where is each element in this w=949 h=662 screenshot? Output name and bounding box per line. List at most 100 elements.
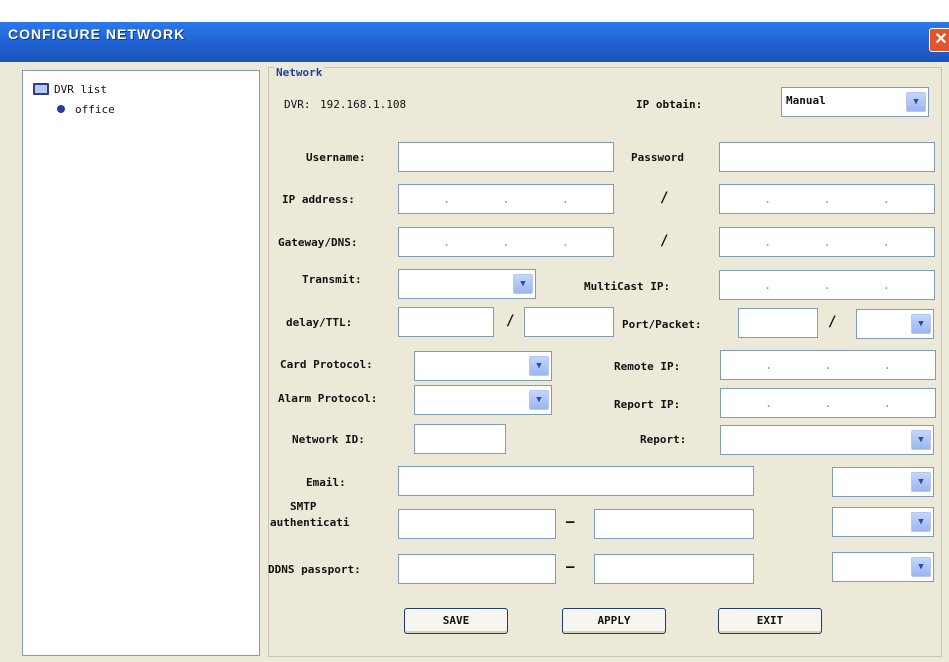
- ip-obtain-select[interactable]: Manual ▼: [781, 87, 929, 117]
- ip-dot: .: [443, 235, 451, 249]
- save-button[interactable]: SAVE: [404, 608, 508, 634]
- ip-dot: .: [764, 192, 772, 206]
- ip-dot: .: [882, 235, 890, 249]
- gateway-dns-label: Gateway/DNS:: [278, 236, 358, 249]
- remote-ip-field[interactable]: . . .: [720, 350, 936, 380]
- ddns-option-select[interactable]: ▼: [832, 552, 934, 582]
- smtp-option-select[interactable]: ▼: [832, 507, 934, 537]
- ip-dot: .: [443, 192, 451, 206]
- password-label: Password: [631, 151, 684, 164]
- ip-dot: .: [502, 192, 510, 206]
- alarm-protocol-label: Alarm Protocol:: [278, 392, 378, 405]
- card-protocol-select[interactable]: ▼: [414, 351, 552, 381]
- chevron-down-icon[interactable]: ▼: [529, 390, 549, 410]
- email-label: Email:: [306, 476, 346, 489]
- network-id-label: Network ID:: [292, 433, 365, 446]
- ip-dot: .: [765, 396, 773, 410]
- gateway-field[interactable]: . . .: [398, 227, 614, 257]
- tree-root-row[interactable]: DVR list: [33, 81, 107, 97]
- chevron-down-icon[interactable]: ▼: [911, 430, 931, 450]
- report-select[interactable]: ▼: [720, 425, 934, 455]
- smtp-user-field[interactable]: [398, 509, 556, 539]
- alarm-protocol-select[interactable]: ▼: [414, 385, 552, 415]
- ip-dot: .: [765, 358, 773, 372]
- ip-dot: .: [824, 358, 832, 372]
- subnet-mask-field[interactable]: . . .: [719, 184, 935, 214]
- ip-dot: .: [883, 358, 891, 372]
- ip-dot: .: [561, 192, 569, 206]
- ip-dot: .: [764, 278, 772, 292]
- dvr-label: DVR:: [284, 98, 311, 111]
- tree-item-label: office: [75, 102, 115, 116]
- computer-icon: [33, 83, 49, 95]
- ddns-password-field[interactable]: [594, 554, 754, 584]
- report-ip-field[interactable]: . . .: [720, 388, 936, 418]
- dvr-tree[interactable]: DVR list office: [22, 70, 260, 656]
- ttl-field[interactable]: [524, 307, 614, 337]
- smtp-label-line2: authenticati: [270, 516, 350, 529]
- ip-obtain-label: IP obtain:: [636, 98, 703, 111]
- report-ip-label: Report IP:: [614, 398, 681, 411]
- dvr-ip-value: 192.168.1.108: [320, 98, 407, 111]
- bullet-dot-icon: [57, 105, 65, 113]
- dns-slash: /: [660, 233, 669, 249]
- packet-select[interactable]: ▼: [856, 309, 934, 339]
- multicast-ip-label: MultiCast IP:: [584, 280, 671, 293]
- apply-button[interactable]: APPLY: [562, 608, 666, 634]
- transmit-label: Transmit:: [302, 273, 362, 286]
- packet-slash: /: [828, 314, 837, 330]
- chevron-down-icon[interactable]: ▼: [906, 92, 926, 112]
- email-field[interactable]: [398, 466, 754, 496]
- ttl-slash: /: [506, 313, 515, 329]
- card-protocol-label: Card Protocol:: [280, 358, 373, 371]
- dns-field[interactable]: . . .: [719, 227, 935, 257]
- chevron-down-icon[interactable]: ▼: [911, 557, 931, 577]
- chevron-down-icon[interactable]: ▼: [911, 314, 931, 334]
- ip-dot: .: [882, 192, 890, 206]
- username-field[interactable]: [398, 142, 614, 172]
- ip-dot: .: [502, 235, 510, 249]
- subnet-slash: /: [660, 190, 669, 206]
- client-area: DVR list office Network DVR: 192.168.1.1…: [0, 62, 949, 662]
- exit-button[interactable]: EXIT: [718, 608, 822, 634]
- chevron-down-icon[interactable]: ▼: [911, 472, 931, 492]
- delay-ttl-label: delay/TTL:: [286, 316, 353, 329]
- tree-root-label: DVR list: [54, 82, 107, 96]
- port-packet-label: Port/Packet:: [622, 318, 702, 331]
- chevron-down-icon[interactable]: ▼: [513, 274, 533, 294]
- title-overlay: [0, 0, 949, 22]
- port-field[interactable]: [738, 308, 818, 338]
- ip-dot: .: [824, 396, 832, 410]
- configure-network-window: CONFIGURE NETWORK ✕ DVR list office Netw…: [0, 0, 949, 662]
- ip-dot: .: [764, 235, 772, 249]
- ip-dot: .: [882, 278, 890, 292]
- network-id-field[interactable]: [414, 424, 506, 454]
- transmit-select[interactable]: ▼: [398, 269, 536, 299]
- chevron-down-icon[interactable]: ▼: [911, 512, 931, 532]
- ip-dot: .: [823, 235, 831, 249]
- username-label: Username:: [306, 151, 366, 164]
- network-group-label: Network: [274, 66, 325, 79]
- delay-field[interactable]: [398, 307, 494, 337]
- password-field[interactable]: [719, 142, 935, 172]
- ip-dot: .: [823, 192, 831, 206]
- smtp-dash: —: [566, 514, 575, 530]
- ip-dot: .: [883, 396, 891, 410]
- tree-item-office[interactable]: office: [57, 101, 115, 117]
- ddns-dash: —: [566, 559, 575, 575]
- ddns-user-field[interactable]: [398, 554, 556, 584]
- chevron-down-icon[interactable]: ▼: [529, 356, 549, 376]
- close-icon[interactable]: ✕: [929, 28, 949, 52]
- smtp-password-field[interactable]: [594, 509, 754, 539]
- ip-address-label: IP address:: [282, 193, 355, 206]
- report-label: Report:: [640, 433, 687, 446]
- smtp-label-line1: SMTP: [290, 500, 317, 513]
- ip-dot: .: [561, 235, 569, 249]
- ddns-passport-label: DDNS passport:: [268, 563, 361, 576]
- multicast-ip-field[interactable]: . . .: [719, 270, 935, 300]
- ip-dot: .: [823, 278, 831, 292]
- email-option-select[interactable]: ▼: [832, 467, 934, 497]
- ip-address-field[interactable]: . . .: [398, 184, 614, 214]
- window-title: CONFIGURE NETWORK: [8, 26, 186, 42]
- ip-obtain-value: Manual: [786, 94, 826, 107]
